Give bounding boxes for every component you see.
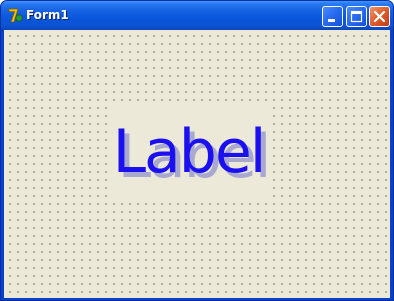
form-window: Form1 Label [0, 0, 394, 301]
form-client-area[interactable]: Label [4, 30, 390, 298]
label-caption: Label [112, 117, 267, 187]
maximize-button[interactable] [346, 6, 367, 27]
close-button[interactable] [369, 6, 390, 27]
close-icon [373, 10, 386, 23]
title-bar[interactable]: Form1 [1, 1, 393, 30]
label-component[interactable]: Label [108, 106, 269, 198]
maximize-icon [350, 10, 363, 23]
minimize-icon [328, 19, 335, 22]
delphi-7-icon[interactable] [7, 7, 24, 24]
window-title: Form1 [26, 8, 69, 22]
minimize-button[interactable] [322, 6, 343, 27]
